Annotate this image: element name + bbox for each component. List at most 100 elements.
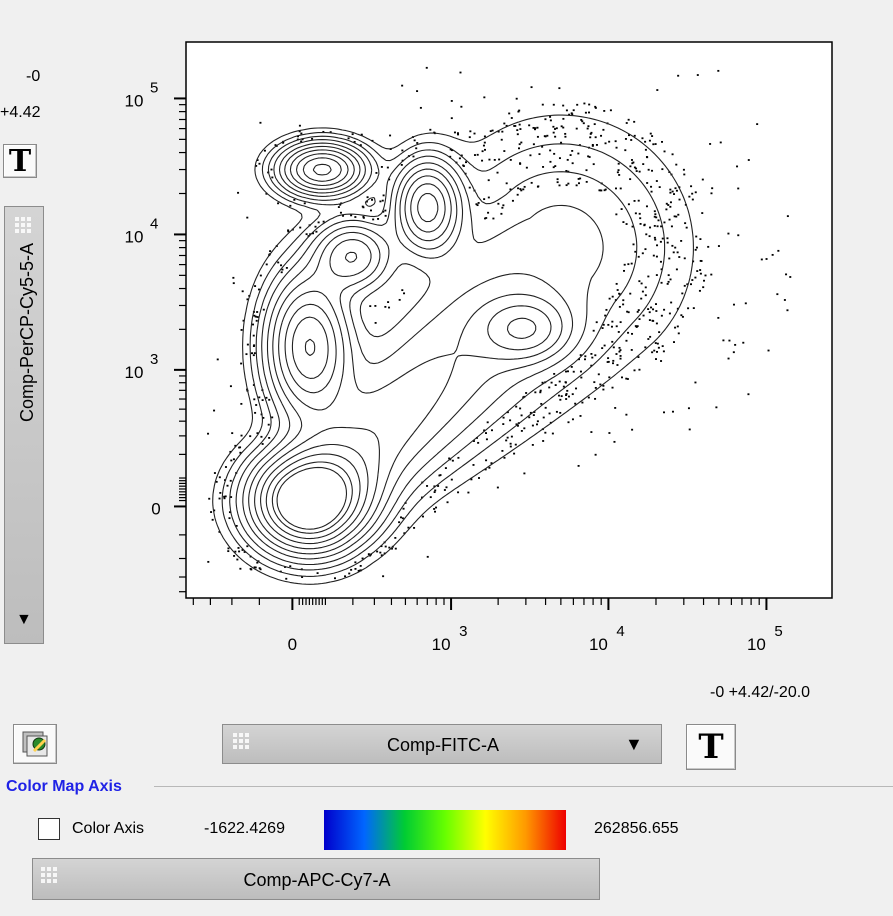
event-dot [685, 226, 688, 229]
event-dot [238, 446, 241, 449]
event-dot [531, 424, 534, 427]
event-dot [519, 407, 522, 410]
event-dot [636, 310, 639, 313]
event-dot [644, 248, 647, 251]
event-dot [483, 198, 486, 201]
event-dot [650, 190, 653, 193]
event-dot [655, 322, 658, 325]
event-dot [669, 191, 672, 194]
event-dot [641, 137, 644, 140]
event-dot [661, 237, 664, 240]
event-dot [565, 370, 568, 373]
event-dot [237, 191, 240, 194]
event-dot [585, 180, 588, 183]
event-dot [398, 521, 401, 524]
event-dot [476, 153, 479, 156]
event-dot [607, 323, 610, 326]
event-dot [250, 568, 253, 571]
event-dot [555, 410, 558, 413]
event-dot [246, 545, 249, 548]
event-dot [468, 186, 471, 189]
event-dot [728, 339, 731, 342]
event-dot [638, 212, 641, 215]
event-dot [425, 66, 428, 69]
event-dot [674, 246, 677, 249]
color-parameter-dropdown[interactable]: Comp-APC-Cy7-A [32, 858, 600, 900]
event-dot [571, 162, 574, 165]
event-dot [429, 496, 432, 499]
event-dot [252, 354, 255, 357]
event-dot [616, 171, 619, 174]
event-dot [603, 189, 606, 192]
event-dot [625, 339, 628, 342]
event-dot [337, 206, 340, 208]
x-parameter-dropdown[interactable]: Comp-FITC-A ▼ [222, 724, 662, 764]
y-transform-button[interactable]: T [3, 144, 37, 179]
event-dot [515, 405, 518, 408]
event-dot [491, 129, 494, 132]
color-map-toggle-button[interactable] [13, 724, 57, 764]
event-dot [592, 163, 595, 166]
event-dot [532, 126, 535, 129]
event-dot [516, 193, 519, 196]
event-dot [412, 155, 415, 158]
event-dot [562, 117, 565, 120]
event-dot [508, 112, 511, 115]
event-dot [747, 159, 750, 161]
event-dot [534, 127, 537, 130]
event-dot [478, 477, 481, 479]
event-dot [558, 184, 561, 187]
y-tick-label: 10 [125, 227, 144, 246]
event-dot [258, 396, 261, 399]
event-dot [681, 292, 684, 295]
event-dot [354, 567, 357, 570]
event-dot [519, 188, 522, 190]
event-dot [737, 234, 740, 237]
event-dot [381, 199, 384, 202]
event-dot [299, 226, 302, 229]
event-dot [677, 213, 680, 216]
y-axis: 0 10 3 10 4 10 5 [125, 79, 186, 593]
event-dot [652, 143, 655, 146]
event-dot [434, 510, 437, 513]
event-dot [669, 201, 672, 204]
event-dot [552, 103, 555, 106]
event-dot [635, 170, 638, 172]
event-dot [654, 213, 657, 216]
x-transform-button[interactable]: T [686, 724, 736, 770]
event-dot [651, 351, 654, 354]
color-axis-checkbox[interactable] [38, 818, 60, 840]
y-parameter-dropdown[interactable]: Comp-PerCP-Cy5-5-A ▼ [4, 206, 44, 644]
event-dot [453, 131, 456, 134]
event-dot [566, 370, 569, 373]
event-dot [656, 89, 659, 91]
event-dot [622, 299, 625, 302]
event-dot [552, 131, 555, 134]
event-dot [653, 215, 656, 218]
event-dot [218, 497, 221, 500]
event-dot [663, 150, 666, 153]
color-min-value: -1622.4269 [204, 820, 285, 837]
event-dot [532, 143, 535, 146]
event-dot [652, 254, 655, 257]
event-dot [653, 224, 656, 227]
event-dot [246, 216, 249, 219]
event-dot [653, 349, 656, 352]
event-dot [580, 376, 583, 379]
event-dot [402, 507, 405, 510]
event-dot [744, 302, 747, 305]
event-dot [375, 172, 378, 174]
contour-plot[interactable]: 0 10 3 10 4 10 5 0 10 3 10 4 10 5 [120, 30, 850, 670]
event-dot [699, 238, 702, 241]
y-range-max: +4.42 [0, 104, 41, 121]
event-dot [388, 306, 391, 309]
event-dot [692, 307, 695, 310]
event-dot [575, 184, 578, 187]
event-dot [590, 431, 593, 433]
event-dot [263, 149, 266, 152]
event-dot [668, 312, 671, 315]
event-dot [208, 497, 211, 500]
event-dot [544, 118, 547, 121]
event-dot [675, 215, 678, 218]
event-dot [519, 163, 522, 165]
